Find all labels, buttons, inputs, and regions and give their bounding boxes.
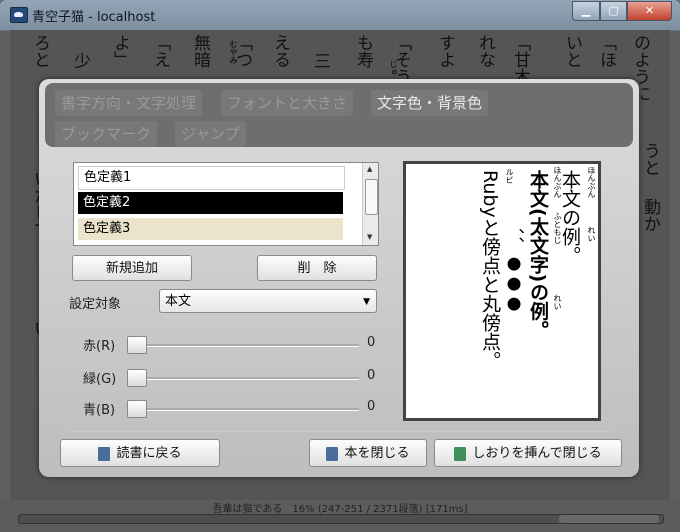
title-bar[interactable]: 青空子猫 - localhost ▁ ▢ ✕	[0, 0, 680, 30]
tab-colors[interactable]: 文字色・背景色	[371, 90, 489, 116]
preview-line: 本文(太文字)の例。	[527, 170, 549, 340]
doc-column: よ」	[110, 34, 130, 68]
close-book-label: 本を閉じる	[344, 446, 410, 461]
minimize-icon: ▁	[581, 4, 591, 17]
doc-column: 「ほ	[596, 34, 616, 68]
doc-column: 少	[70, 52, 90, 69]
chevron-down-icon: ▼	[363, 297, 370, 307]
green-slider-thumb[interactable]	[127, 369, 147, 387]
scrollbar-thumb[interactable]	[365, 179, 378, 215]
color-definition-list[interactable]: 色定義1 色定義2 色定義3 ▲ ▼	[73, 162, 379, 246]
doc-column: える	[270, 34, 290, 68]
bookmark-close-button[interactable]: しおりを挿んで閉じる	[434, 439, 622, 467]
target-label: 設定対象	[69, 297, 122, 312]
target-select[interactable]: 本文 ▼	[159, 289, 377, 313]
green-label: 緑(G)	[83, 372, 117, 387]
bookmark-book-icon	[454, 446, 467, 461]
green-value: 0	[367, 368, 376, 383]
divider	[65, 322, 381, 323]
ruby-text: れい	[587, 226, 596, 242]
doc-column: 「甘木	[510, 34, 530, 85]
scroll-up-icon[interactable]: ▲	[367, 165, 372, 173]
close-button[interactable]: ✕	[627, 1, 672, 21]
open-book-icon	[98, 446, 111, 461]
color-preview: 本文の例。 本文(太文字)の例。 、、●●● Rubyと傍点と丸傍点。 ほんぶん…	[403, 161, 601, 421]
list-scrollbar[interactable]: ▲ ▼	[362, 163, 378, 245]
status-text: 吾輩は猫である 16% (247-251 / 2371段落) [171ms]	[212, 504, 468, 515]
doc-column: 「え	[150, 34, 170, 68]
doc-column: も寿	[353, 34, 373, 68]
target-select-value: 本文	[165, 294, 192, 309]
ruby-text: ふともじ	[553, 212, 562, 244]
list-item[interactable]: 色定義2	[78, 192, 343, 214]
tab-font-size[interactable]: フォントと大きさ	[221, 90, 354, 116]
back-to-reading-label: 読書に戻る	[116, 446, 182, 461]
ruby-text: ほんぶん	[553, 166, 562, 198]
close-icon: ✕	[644, 4, 655, 17]
ruby-text: じゅ	[389, 60, 398, 76]
tab-jump[interactable]: ジャンプ	[175, 121, 246, 147]
status-bar: 吾輩は猫である 16% (247-251 / 2371段落) [171ms]	[0, 500, 680, 532]
back-to-reading-button[interactable]: 読書に戻る	[60, 439, 220, 467]
doc-column: うと	[640, 142, 660, 176]
delete-button[interactable]: 削 除	[257, 255, 377, 281]
minimize-button[interactable]: ▁	[572, 1, 600, 21]
maximize-icon: ▢	[608, 4, 619, 17]
doc-column: 動か	[640, 198, 660, 232]
preview-line: Rubyと傍点と丸傍点。	[479, 170, 501, 370]
book-icon	[326, 446, 339, 461]
bookmark-close-label: しおりを挿んで閉じる	[472, 446, 602, 461]
doc-column: 無暗	[190, 34, 210, 68]
list-item[interactable]: 色定義3	[78, 218, 343, 240]
red-slider-track[interactable]	[127, 344, 359, 347]
blue-label: 青(B)	[83, 403, 116, 418]
red-label: 赤(R)	[83, 339, 116, 354]
doc-column: いと	[562, 34, 582, 68]
red-slider-thumb[interactable]	[127, 336, 147, 354]
blue-slider-thumb[interactable]	[127, 400, 147, 418]
red-value: 0	[367, 335, 376, 350]
tab-bar: 書字方向・文字処理 フォントと大きさ 文字色・背景色 ブックマーク ジャンプ	[45, 83, 633, 147]
horizontal-scrollbar[interactable]	[18, 514, 664, 524]
doc-column: ろと	[30, 34, 50, 68]
doc-column: れな	[475, 34, 495, 68]
app-window: 青空子猫 - localhost ▁ ▢ ✕ のように 「ほ いと 「甘木 れな…	[0, 0, 680, 532]
tab-bookmark[interactable]: ブックマーク	[55, 121, 158, 147]
doc-column: すよ	[435, 34, 455, 68]
ruby-text: ほんぶん	[587, 166, 596, 198]
window-title: 青空子猫 - localhost	[32, 10, 156, 25]
divider	[65, 431, 613, 432]
close-book-button[interactable]: 本を閉じる	[309, 439, 427, 467]
blue-slider-track[interactable]	[127, 408, 359, 411]
scroll-down-icon[interactable]: ▼	[367, 233, 372, 241]
green-slider-track[interactable]	[127, 377, 359, 380]
settings-dialog: 書字方向・文字処理 フォントと大きさ 文字色・背景色 ブックマーク ジャンプ 色…	[39, 79, 639, 477]
doc-column: 三	[310, 52, 330, 69]
add-new-button[interactable]: 新規追加	[72, 255, 192, 281]
list-item[interactable]: 色定義1	[78, 166, 345, 190]
scrollbar-thumb[interactable]	[559, 515, 659, 523]
maximize-button[interactable]: ▢	[600, 1, 627, 21]
ruby-text: れい	[553, 294, 562, 310]
preview-line: 、、●●●	[504, 228, 524, 314]
tab-writing-direction[interactable]: 書字方向・文字処理	[55, 90, 203, 116]
blue-value: 0	[367, 399, 376, 414]
cat-app-icon	[10, 7, 28, 23]
ruby-text: むやみ	[229, 40, 238, 64]
ruby-text: ルビ	[505, 168, 514, 184]
